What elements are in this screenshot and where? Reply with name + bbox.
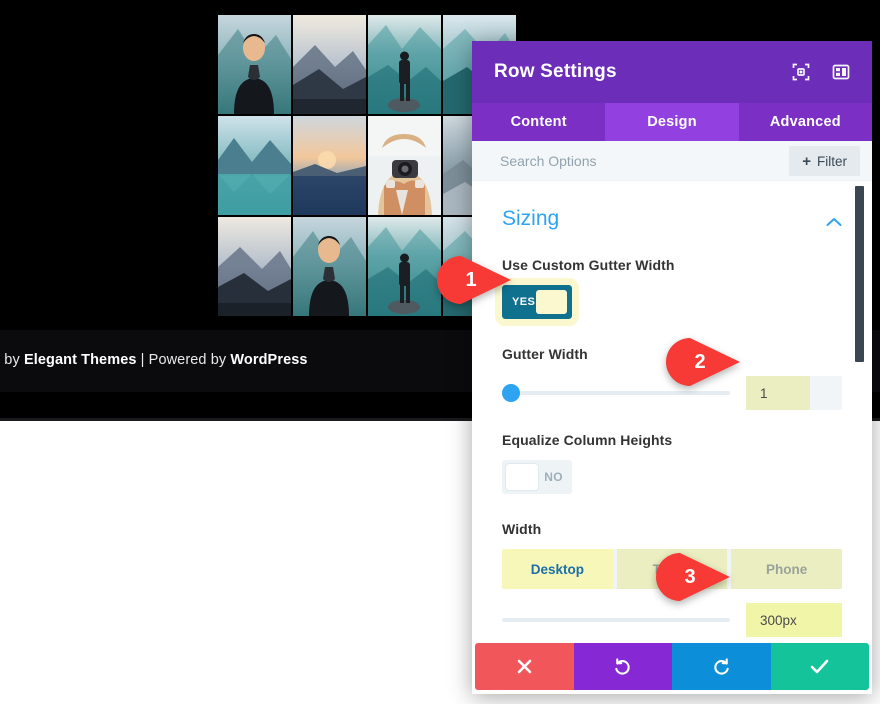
field-use-custom-gutter-width: Use Custom Gutter Width YES [502,235,842,324]
callout-number: 3 [670,553,710,601]
device-tab-desktop[interactable]: Desktop [502,549,613,589]
section-header-sizing[interactable]: Sizing [502,181,842,235]
focus-icon[interactable] [792,63,810,81]
field-max-width: Max Width [502,637,842,643]
gallery-photo[interactable] [218,116,291,215]
toggle-equalize-column-heights[interactable]: NO [502,460,572,494]
field-label: Equalize Column Heights [502,432,842,448]
modal-action-bar [475,643,869,690]
footer-credit-brand-wordpress[interactable]: WordPress [230,352,307,368]
callout-marker-3: 3 [656,553,732,601]
footer-credit-prefix: d by [0,352,24,368]
modal-header-actions [792,63,850,81]
device-tab-phone[interactable]: Phone [731,549,842,589]
redo-button[interactable] [672,643,771,690]
save-button[interactable] [771,643,870,690]
section-title: Sizing [502,207,559,231]
toggle-state-label: YES [512,296,535,308]
toggle-state-label: NO [544,470,563,484]
search-bar: + Filter [472,141,872,181]
modal-header: Row Settings [472,41,872,103]
callout-number: 2 [680,338,720,386]
tab-content[interactable]: Content [472,103,605,141]
value-field-width[interactable]: 300px [746,603,842,637]
callout-number: 1 [451,256,491,304]
footer-credit-brand-elegant-themes[interactable]: Elegant Themes [24,352,137,368]
check-icon [810,659,829,674]
gallery-photo[interactable] [293,217,366,316]
gallery-photo[interactable] [368,217,441,316]
gallery-photo[interactable] [218,15,291,114]
value-text: 1 [746,386,768,401]
layout-panel-icon[interactable] [832,63,850,81]
value-text: 300px [746,613,797,628]
cancel-button[interactable] [475,643,574,690]
toggle-knob [536,290,567,314]
callout-marker-2: 2 [666,338,742,386]
undo-icon [613,657,632,676]
footer-credit: d by Elegant Themes | Powered by WordPre… [0,352,308,368]
undo-button[interactable] [574,643,673,690]
toggle-knob [506,464,538,490]
search-input[interactable] [500,153,740,169]
gallery-photo[interactable] [218,217,291,316]
redo-icon [712,657,731,676]
gallery-photo[interactable] [293,116,366,215]
modal-tabs: Content Design Advanced [472,103,872,141]
gallery-photo[interactable] [293,15,366,114]
tab-advanced[interactable]: Advanced [739,103,872,141]
field-label: Use Custom Gutter Width [502,257,842,273]
callout-marker-1: 1 [437,256,513,304]
chevron-up-icon[interactable] [826,214,842,224]
panel-scrollbar-track[interactable] [859,181,868,643]
close-icon [516,658,533,675]
slider-handle[interactable] [502,384,520,402]
modal-title: Row Settings [494,61,792,83]
gallery-photo[interactable] [368,116,441,215]
tab-design[interactable]: Design [605,103,738,141]
footer-credit-separator: | Powered by [137,352,231,368]
field-equalize-column-heights: Equalize Column Heights NO [502,410,842,499]
filter-button[interactable]: + Filter [789,146,860,176]
value-field-gutter-width[interactable]: 1 [746,376,842,410]
slider-track[interactable] [502,391,730,395]
screen-root: d by Elegant Themes | Powered by WordPre… [0,0,880,704]
filter-button-label: Filter [817,154,847,169]
field-label: Width [502,521,842,537]
gallery-photo[interactable] [368,15,441,114]
slider-track[interactable] [502,618,730,622]
panel-scrollbar-thumb[interactable] [855,186,864,362]
plus-icon: + [802,154,811,169]
slider-width[interactable]: 300px [502,603,842,637]
